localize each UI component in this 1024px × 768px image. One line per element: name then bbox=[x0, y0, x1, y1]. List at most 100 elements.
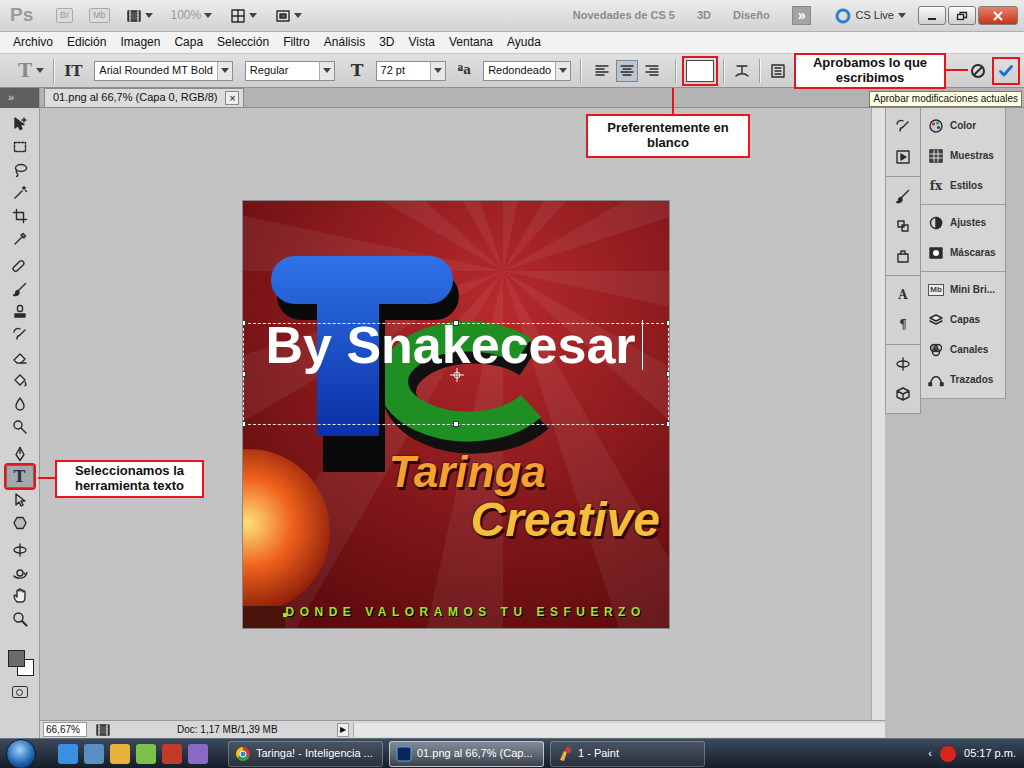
text-layer-content[interactable]: By Snakecesar bbox=[266, 319, 636, 371]
crop-icon[interactable] bbox=[12, 208, 28, 224]
taskbar-label[interactable]: Taringa! - Inteligencia ... bbox=[256, 747, 373, 760]
text-layer-bounding-box[interactable]: By Snakecesar bbox=[243, 323, 669, 425]
presets-panel-button[interactable] bbox=[886, 241, 920, 271]
dropdown-arrow-icon[interactable] bbox=[36, 68, 44, 73]
lasso-icon[interactable] bbox=[12, 162, 28, 178]
close-document-button[interactable]: × bbox=[225, 91, 239, 105]
eyedropper-tool[interactable] bbox=[6, 227, 34, 250]
panel-label[interactable]: Ajustes bbox=[950, 217, 986, 229]
taskbar-item[interactable]: 01.png al 66,7% (Cap... bbox=[389, 741, 544, 767]
dropdown-arrow-icon[interactable] bbox=[294, 13, 302, 18]
arrange-button[interactable] bbox=[230, 8, 257, 24]
font-family-select[interactable]: Arial Rounded MT Bold bbox=[94, 61, 233, 81]
text-tool-icon[interactable]: T bbox=[14, 469, 26, 485]
transform-handle[interactable] bbox=[666, 371, 669, 377]
pen-icon[interactable] bbox=[12, 446, 28, 462]
quick-launch-icon[interactable] bbox=[162, 744, 182, 764]
show-hidden-icons-button[interactable]: ‹ bbox=[928, 747, 932, 760]
cancel-icon[interactable] bbox=[970, 63, 986, 79]
dodge-icon[interactable] bbox=[12, 419, 28, 435]
panel-label[interactable]: Mini Bri... bbox=[950, 284, 995, 296]
font-size-select-value[interactable]: 72 pt bbox=[381, 64, 405, 77]
clone-panel-button[interactable] bbox=[886, 211, 920, 241]
cs-live-label[interactable]: CS Live bbox=[855, 9, 894, 22]
dropdown-arrow-icon[interactable] bbox=[559, 68, 567, 73]
presets-icon[interactable] bbox=[895, 248, 911, 264]
orbit3d-tool[interactable] bbox=[6, 561, 34, 584]
dropdown-button[interactable] bbox=[430, 62, 445, 80]
brush-panel-button[interactable] bbox=[886, 181, 920, 211]
tray-app-icon[interactable] bbox=[940, 746, 956, 762]
transform-handle[interactable] bbox=[453, 421, 459, 427]
quick-mask-button[interactable] bbox=[12, 686, 28, 698]
actions-icon[interactable] bbox=[895, 149, 911, 165]
stamp-tool[interactable] bbox=[6, 300, 34, 323]
brush-tool[interactable] bbox=[6, 277, 34, 300]
shape-tool[interactable] bbox=[6, 511, 34, 534]
history-tool[interactable] bbox=[6, 323, 34, 346]
restore-icon[interactable] bbox=[956, 11, 968, 21]
paragraph-panel-button[interactable]: ¶ bbox=[886, 310, 920, 340]
panel-button[interactable]: Ajustes bbox=[921, 208, 1005, 238]
pen-tool[interactable] bbox=[6, 442, 34, 465]
quick-launch-icon[interactable] bbox=[188, 744, 208, 764]
adjust-icon[interactable] bbox=[928, 215, 944, 231]
launch-button[interactable]: Br bbox=[56, 8, 73, 23]
move-tool[interactable] bbox=[6, 112, 34, 135]
history-icon[interactable] bbox=[12, 327, 28, 343]
box3d-icon[interactable] bbox=[895, 386, 911, 402]
transform-handle[interactable] bbox=[243, 371, 246, 377]
menu-item[interactable]: Selección bbox=[210, 35, 276, 49]
panel-button[interactable]: Canales bbox=[921, 335, 1005, 365]
wand-tool[interactable] bbox=[6, 181, 34, 204]
close-button[interactable] bbox=[978, 6, 1018, 25]
foreground-color[interactable] bbox=[8, 650, 25, 667]
paragraph-icon[interactable]: ¶ bbox=[899, 319, 907, 331]
transform-handle[interactable] bbox=[666, 320, 669, 326]
minibridge-glyph[interactable]: Mb bbox=[928, 284, 944, 296]
panel-label[interactable]: Estilos bbox=[950, 180, 983, 192]
zoom-icon[interactable] bbox=[12, 611, 28, 627]
dropdown-arrow-icon[interactable] bbox=[221, 68, 229, 73]
grid-icon[interactable] bbox=[230, 8, 246, 24]
clock[interactable]: 05:17 p.m. bbox=[964, 747, 1016, 760]
hand-icon[interactable] bbox=[12, 588, 28, 604]
select-tool[interactable] bbox=[6, 488, 34, 511]
marquee-tool[interactable] bbox=[6, 135, 34, 158]
checkmark-icon[interactable] bbox=[998, 63, 1014, 79]
text-preset-icon[interactable]: T bbox=[18, 59, 32, 82]
screen-mode-button[interactable] bbox=[275, 8, 302, 24]
minibridge-icon[interactable]: Mb bbox=[928, 284, 944, 296]
transform-handle[interactable] bbox=[243, 320, 246, 326]
quick-launch-icon[interactable] bbox=[110, 744, 130, 764]
workspace-button[interactable]: 3D bbox=[697, 9, 711, 22]
document-title[interactable]: 01.png al 66,7% (Capa 0, RGB/8) bbox=[53, 91, 217, 104]
zoom-field[interactable]: 66,67% bbox=[43, 722, 87, 737]
commit-button[interactable] bbox=[996, 61, 1016, 81]
select-icon[interactable] bbox=[12, 492, 28, 508]
panel-button[interactable]: Muestras bbox=[921, 141, 1005, 171]
bucket-tool[interactable] bbox=[6, 369, 34, 392]
eyedropper-icon[interactable] bbox=[12, 231, 28, 247]
shape-icon[interactable] bbox=[12, 515, 28, 531]
menu-item[interactable]: Ayuda bbox=[500, 35, 548, 49]
minimize-icon[interactable] bbox=[926, 11, 938, 21]
stamp-icon[interactable] bbox=[12, 304, 28, 320]
crop-tool[interactable] bbox=[6, 204, 34, 227]
marquee-icon[interactable] bbox=[12, 139, 28, 155]
panel-button[interactable]: Color bbox=[921, 111, 1005, 141]
close-icon[interactable] bbox=[992, 11, 1004, 21]
layers-icon[interactable] bbox=[928, 312, 944, 328]
zoom-level[interactable]: 100% bbox=[171, 8, 213, 22]
eraser-tool[interactable] bbox=[6, 346, 34, 369]
character-panel-button[interactable]: A bbox=[886, 280, 920, 310]
antialias-select-value[interactable]: Redondeado bbox=[488, 64, 551, 77]
workspace-button[interactable]: Diseño bbox=[733, 9, 770, 22]
text-tool[interactable]: T bbox=[6, 465, 34, 488]
antialias-select[interactable]: Redondeado bbox=[483, 61, 571, 81]
minimize-button[interactable] bbox=[918, 6, 946, 25]
extras-button[interactable] bbox=[126, 8, 153, 24]
brush-icon[interactable] bbox=[895, 188, 911, 204]
eraser-icon[interactable] bbox=[12, 350, 28, 366]
quick-launch-icon[interactable] bbox=[58, 744, 78, 764]
